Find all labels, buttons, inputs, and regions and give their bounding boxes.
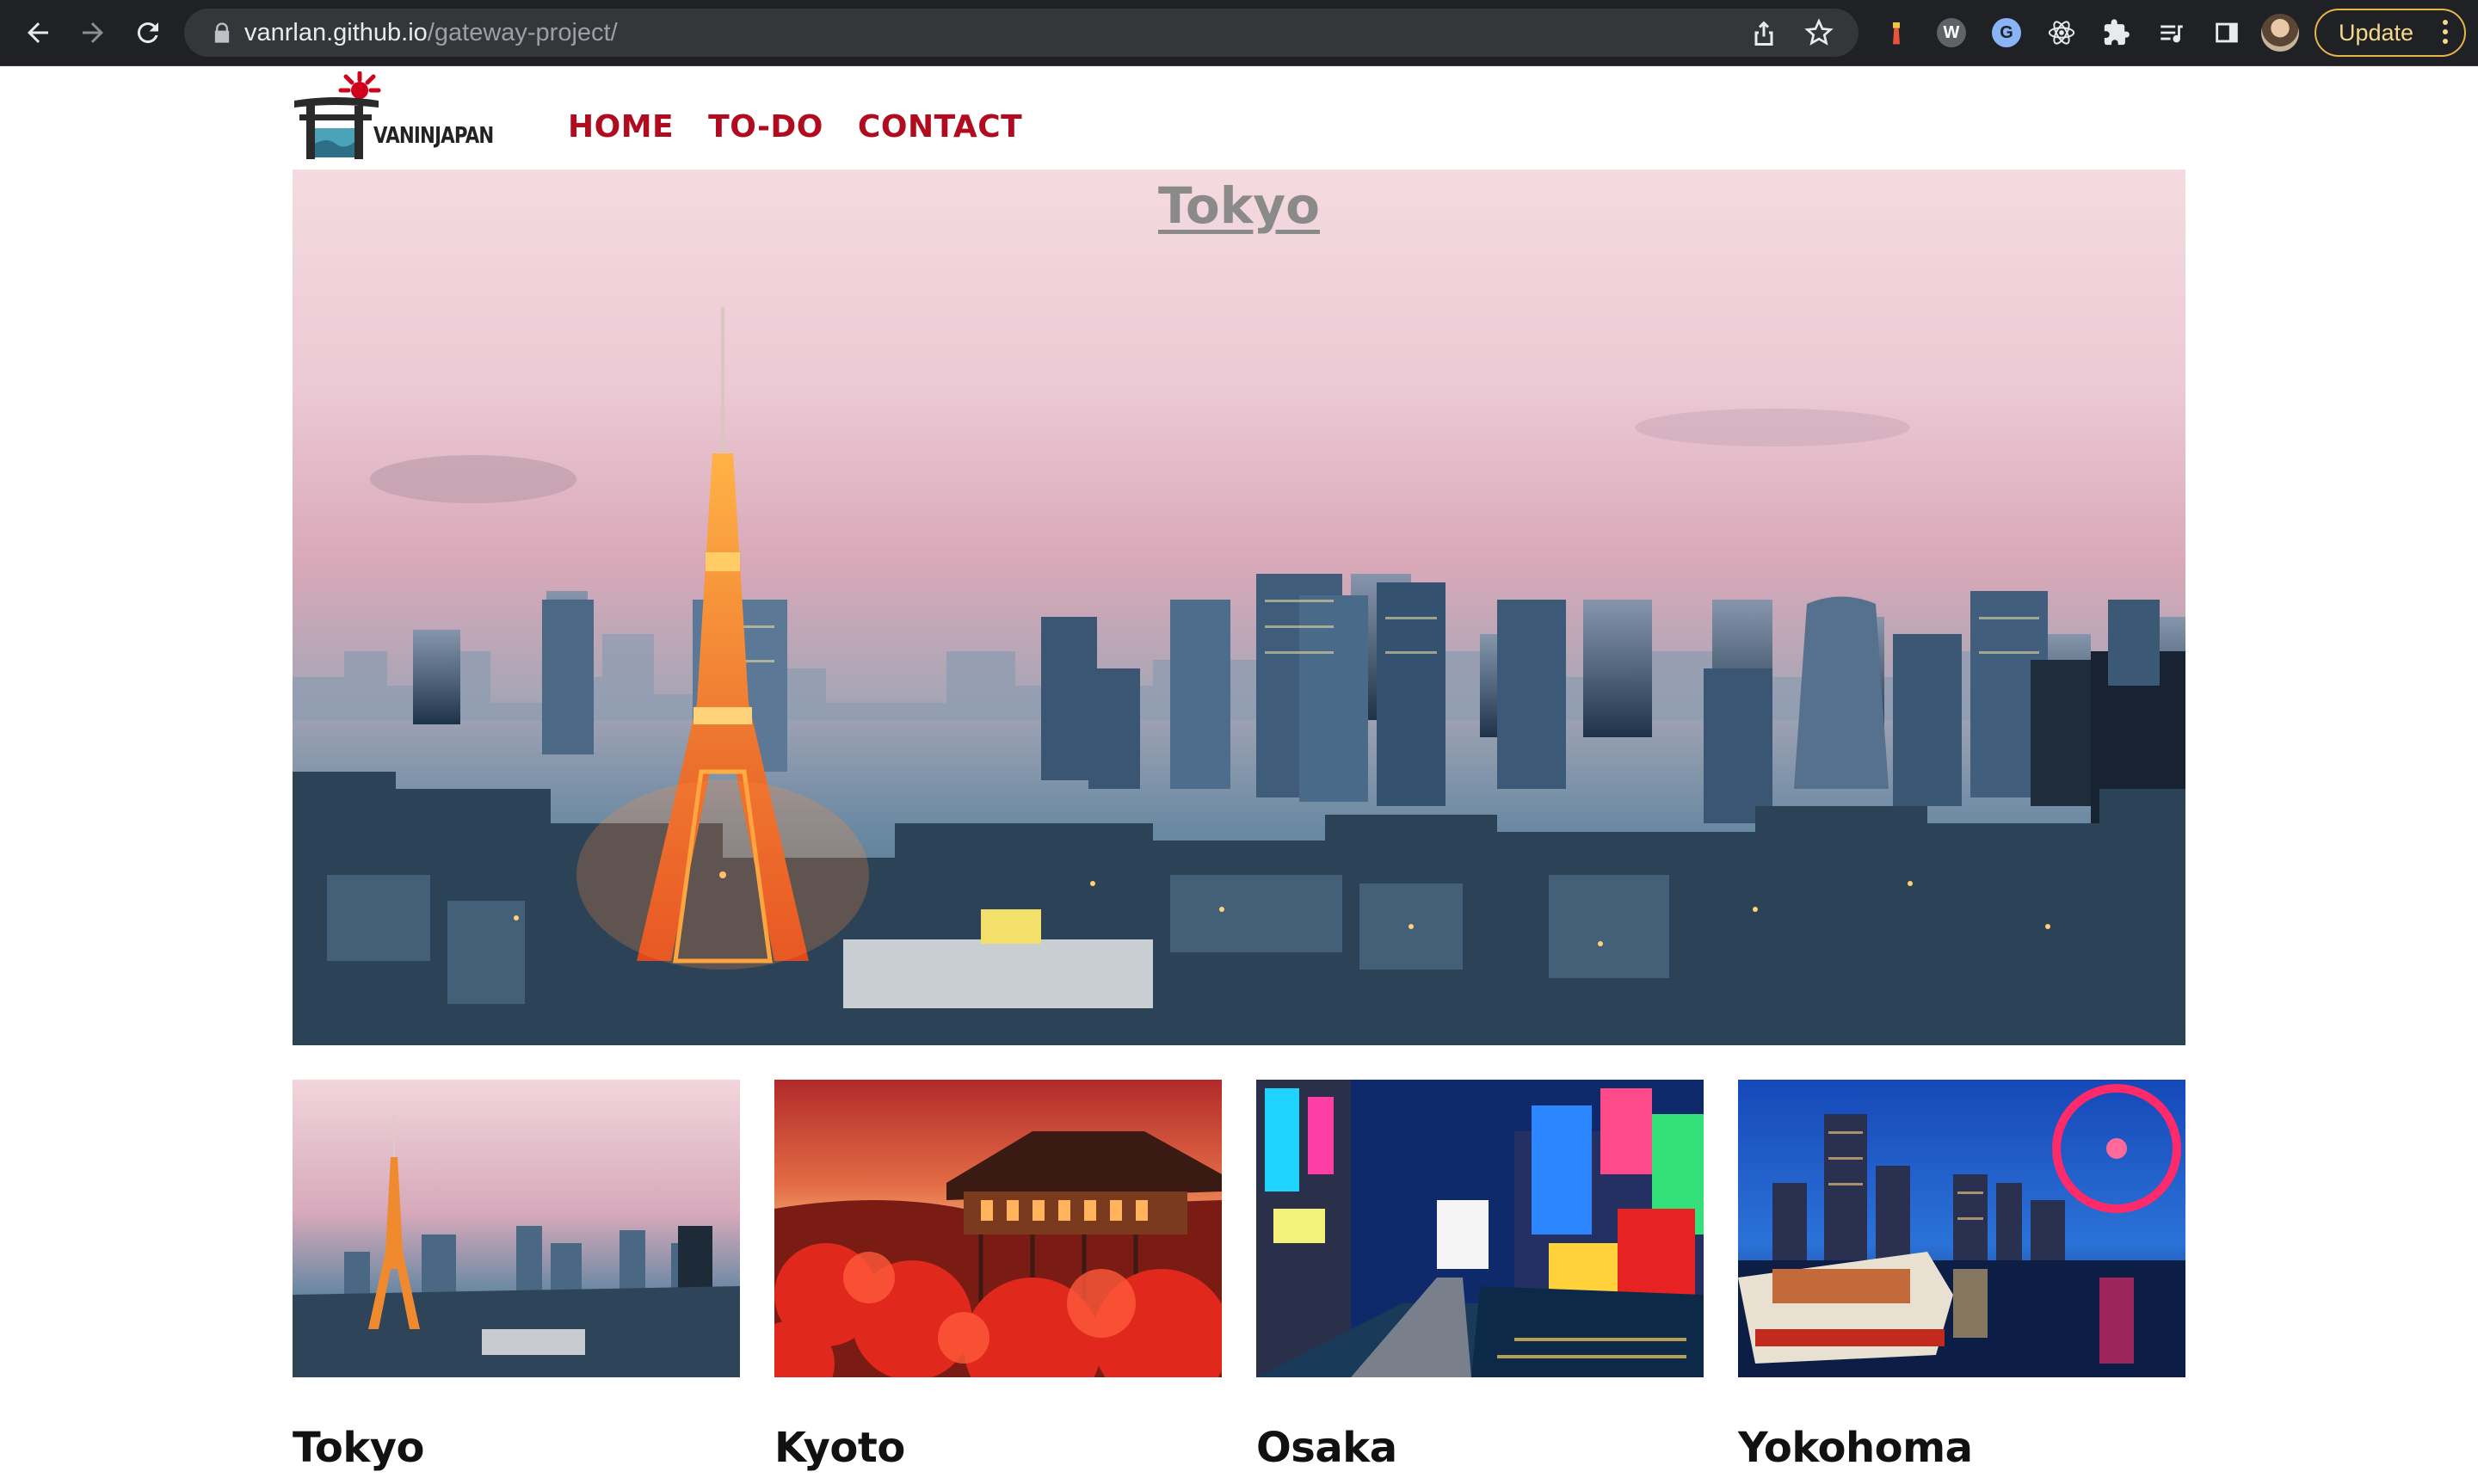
extension-lighthouse-icon[interactable] — [1879, 15, 1914, 50]
city-title-kyoto[interactable]: Kyoto — [774, 1424, 1222, 1472]
nav-home[interactable]: HOME — [568, 109, 674, 145]
profile-avatar[interactable] — [2261, 14, 2299, 52]
lock-icon — [214, 22, 230, 43]
city-card-kyoto[interactable]: Kyoto — [774, 1080, 1222, 1472]
city-card-yokohoma[interactable]: Yokohoma — [1738, 1080, 2185, 1472]
yokohoma-thumbnail[interactable] — [1738, 1080, 2185, 1377]
reload-button[interactable] — [127, 12, 169, 53]
main-nav: HOME TO-DO CONTACT — [568, 109, 1022, 145]
side-panel-icon[interactable] — [2210, 15, 2244, 50]
city-card-tokyo[interactable]: Tokyo — [293, 1080, 740, 1472]
back-arrow-icon — [28, 22, 48, 43]
forward-arrow-icon — [83, 22, 103, 43]
site-logo[interactable]: VANINJAPAN — [293, 71, 513, 161]
extension-react-icon[interactable] — [2044, 15, 2079, 50]
url-path: /gateway-project/ — [427, 19, 618, 46]
share-icon[interactable] — [1748, 17, 1779, 48]
tokyo-thumbnail[interactable] — [293, 1080, 740, 1377]
reload-icon — [137, 22, 158, 44]
nav-to-do[interactable]: TO-DO — [708, 109, 823, 145]
update-button[interactable]: Update — [2315, 9, 2466, 57]
url-text: vanrlan.github.io/gateway-project/ — [244, 9, 618, 57]
nav-contact[interactable]: CONTACT — [858, 109, 1022, 145]
browser-toolbar: vanrlan.github.io/gateway-project/ W G U… — [0, 0, 2478, 66]
extension-g-icon[interactable]: G — [1989, 15, 2024, 50]
star-icon[interactable] — [1803, 17, 1834, 48]
logo-text: VANINJAPAN — [373, 123, 494, 149]
hero-title[interactable]: Tokyo — [293, 176, 2185, 235]
extension-icon[interactable] — [2099, 15, 2134, 50]
update-button-label: Update — [2339, 20, 2414, 46]
extension-w-icon[interactable]: W — [1934, 15, 1969, 50]
city-title-yokohoma[interactable]: Yokohoma — [1738, 1424, 2185, 1472]
address-bar[interactable]: vanrlan.github.io/gateway-project/ — [184, 9, 1858, 57]
page-content: VANINJAPAN HOME TO-DO CONTACT Tokyo Toky… — [0, 66, 2478, 1478]
tokyo-skyline-image — [293, 307, 2185, 1045]
city-title-osaka[interactable]: Osaka — [1256, 1424, 1704, 1472]
city-card-osaka[interactable]: Osaka — [1256, 1080, 1704, 1472]
kyoto-thumbnail[interactable] — [774, 1080, 1222, 1377]
osaka-thumbnail[interactable] — [1256, 1080, 1704, 1377]
back-button[interactable] — [17, 12, 59, 53]
forward-button[interactable] — [72, 12, 114, 53]
reading-list-icon[interactable] — [2154, 15, 2189, 50]
menu-dots-icon — [2443, 20, 2448, 44]
url-host: vanrlan.github.io — [244, 19, 428, 46]
hero-banner: Tokyo — [293, 169, 2185, 1045]
city-title-tokyo[interactable]: Tokyo — [293, 1424, 740, 1472]
city-cards: Tokyo Kyoto Osaka Yokohoma — [293, 1080, 2185, 1484]
